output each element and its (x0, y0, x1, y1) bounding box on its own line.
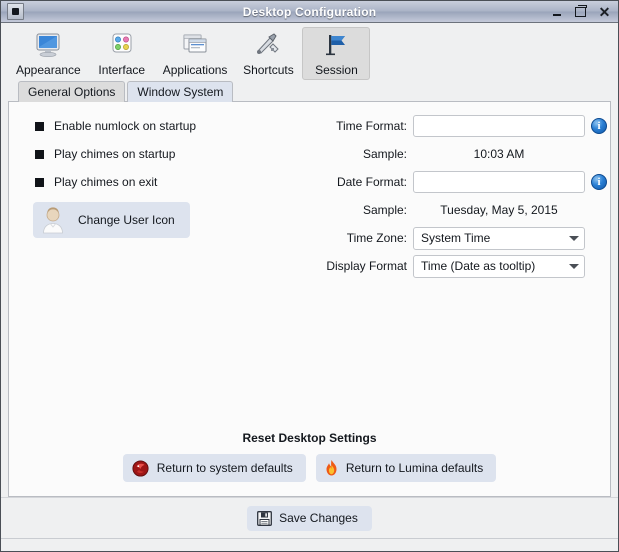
time-zone-dropdown[interactable]: System Time (413, 226, 585, 250)
wrench-screwdriver-icon (252, 31, 284, 61)
tab-strip: General Options Window System (8, 81, 611, 102)
time-zone-label: Time Zone: (346, 231, 407, 245)
info-icon-date-format[interactable]: i (591, 174, 607, 190)
checkbox-enable-numlock[interactable] (33, 120, 46, 133)
window-title: Desktop Configuration (242, 4, 377, 19)
date-sample-value: Tuesday, May 5, 2015 (440, 203, 558, 217)
content-area: General Options Window System Enable num… (1, 81, 618, 497)
checkbox-play-chimes-exit[interactable] (33, 176, 46, 189)
checkbox-play-chimes-startup[interactable] (33, 148, 46, 161)
reset-buttons: Return to system defaults Return to Lumi… (9, 454, 610, 482)
panel-inner: Enable numlock on startup Play chimes on… (9, 102, 610, 431)
change-user-icon-label: Change User Icon (78, 213, 175, 227)
checkbox-label: Enable numlock on startup (54, 119, 197, 133)
time-zone-value: System Time (421, 231, 491, 245)
toolbar-item-label: Interface (98, 63, 146, 77)
category-toolbar: Appearance Interface Applications Shortc… (1, 23, 618, 81)
app-window-icon (7, 3, 24, 20)
time-sample-value: 10:03 AM (473, 147, 525, 161)
checkbox-row-enable-numlock[interactable]: Enable numlock on startup (33, 112, 305, 140)
info-icon-time-format[interactable]: i (591, 118, 607, 134)
save-changes-label: Save Changes (279, 511, 358, 525)
return-to-lumina-defaults-button[interactable]: Return to Lumina defaults (315, 454, 497, 482)
time-format-label: Time Format: (336, 119, 407, 133)
chevron-down-icon (569, 263, 579, 269)
status-bar (1, 538, 618, 551)
tab-panel-general-options: Enable numlock on startup Play chimes on… (8, 101, 611, 497)
session-options-column: Enable numlock on startup Play chimes on… (15, 112, 305, 431)
toolbar-item-label: Shortcuts (243, 63, 294, 77)
datetime-form: Time Format: i Sample: 10:03 AM Date For… (305, 112, 613, 280)
footer-bar: Save Changes (1, 497, 618, 538)
toolbar-item-label: Session (315, 63, 358, 77)
date-format-label: Date Format: (336, 175, 407, 189)
return-to-system-defaults-label: Return to system defaults (156, 461, 293, 475)
display-format-dropdown[interactable]: Time (Date as tooltip) (413, 254, 585, 278)
display-format-label: Display Format (326, 259, 407, 273)
checkbox-label: Play chimes on startup (54, 147, 176, 161)
window-controls: ✕ (550, 5, 611, 19)
change-user-icon-button[interactable]: Change User Icon (33, 202, 190, 238)
flame-icon (325, 459, 338, 477)
reset-section: Reset Desktop Settings Return to system … (9, 431, 610, 496)
windows-stack-icon (179, 31, 211, 61)
titlebar[interactable]: Desktop Configuration ✕ (1, 1, 618, 23)
reset-section-title: Reset Desktop Settings (242, 431, 377, 445)
desktop-configuration-window: Desktop Configuration ✕ Appearance Inter… (0, 0, 619, 552)
chevron-down-icon (569, 235, 579, 241)
display-format-value: Time (Date as tooltip) (421, 259, 536, 273)
return-to-lumina-defaults-label: Return to Lumina defaults (345, 461, 484, 475)
floppy-save-icon (257, 510, 273, 526)
time-sample-label: Sample: (362, 147, 407, 161)
flag-icon (320, 31, 352, 61)
checkbox-row-play-chimes-exit[interactable]: Play chimes on exit (33, 168, 305, 196)
monitor-icon (32, 31, 64, 61)
save-changes-button[interactable]: Save Changes (247, 505, 372, 531)
close-icon[interactable]: ✕ (598, 5, 611, 19)
dots-grid-icon (106, 31, 138, 61)
maximize-icon[interactable] (574, 5, 587, 19)
datetime-settings-column: Time Format: i Sample: 10:03 AM Date For… (305, 112, 619, 431)
user-avatar-icon (40, 206, 66, 234)
toolbar-item-label: Applications (162, 63, 228, 77)
toolbar-item-label: Appearance (16, 63, 81, 77)
toolbar-item-interface[interactable]: Interface (88, 27, 156, 80)
return-to-system-defaults-button[interactable]: Return to system defaults (122, 454, 306, 482)
tab-general-options[interactable]: General Options (18, 81, 126, 102)
toolbar-item-shortcuts[interactable]: Shortcuts (234, 27, 302, 80)
beastie-logo-icon (132, 459, 149, 477)
tab-window-system[interactable]: Window System (127, 81, 234, 102)
checkbox-label: Play chimes on exit (54, 175, 158, 189)
date-format-input[interactable] (413, 171, 585, 193)
toolbar-item-appearance[interactable]: Appearance (9, 27, 88, 80)
time-format-input[interactable] (413, 115, 585, 137)
toolbar-item-applications[interactable]: Applications (156, 27, 235, 80)
checkbox-row-play-chimes-startup[interactable]: Play chimes on startup (33, 140, 305, 168)
minimize-icon[interactable] (550, 5, 563, 19)
toolbar-item-session[interactable]: Session (302, 27, 371, 80)
date-sample-label: Sample: (362, 203, 407, 217)
